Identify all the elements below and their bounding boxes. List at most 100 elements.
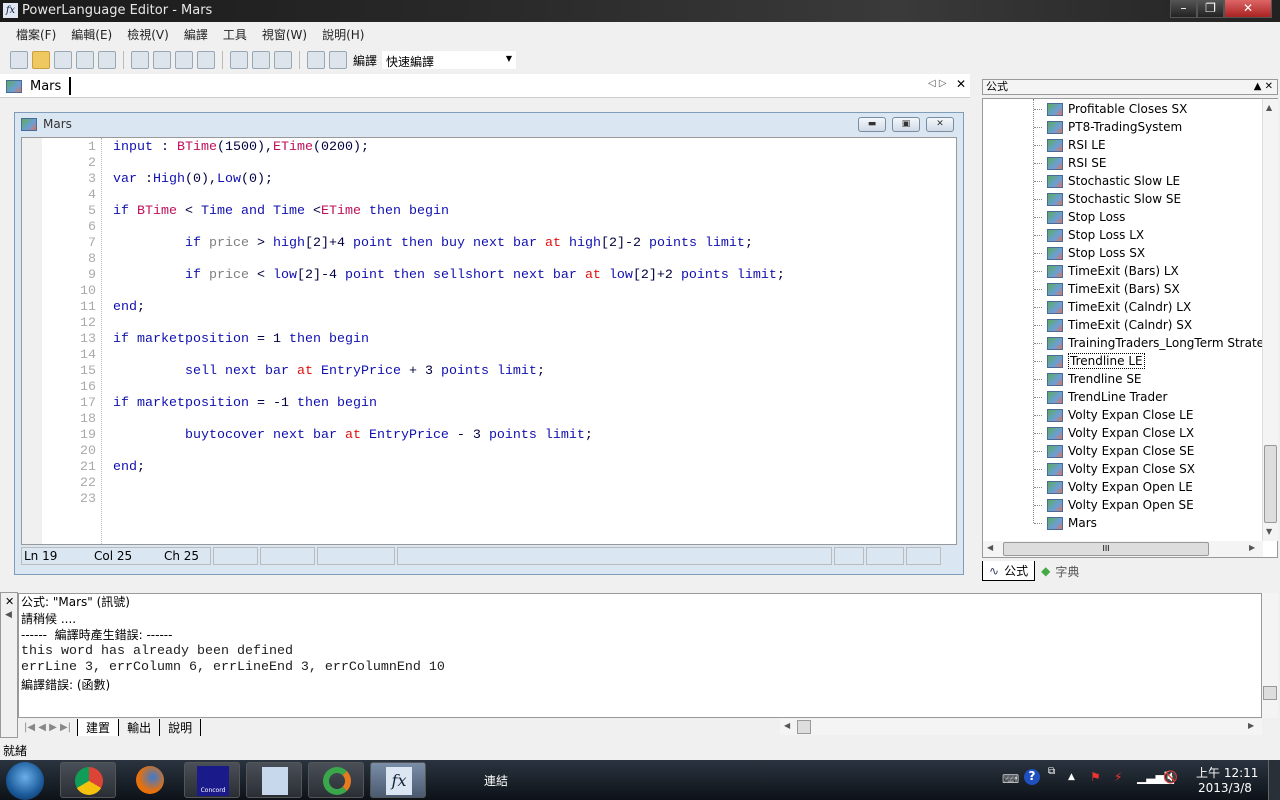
import-icon[interactable]: [76, 51, 94, 69]
code-line[interactable]: if marketposition = 1 then begin: [113, 332, 369, 348]
tab-dictionary[interactable]: ◆ 字典: [1035, 561, 1085, 581]
tile-vertical-icon[interactable]: [274, 51, 292, 69]
code-line[interactable]: if BTime < Time and Time <ETime then beg…: [113, 204, 449, 220]
collapse-arrow-icon[interactable]: ◀: [5, 610, 12, 620]
tree-item[interactable]: Volty Expan Open LE: [1034, 478, 1193, 496]
code-line[interactable]: if marketposition = -1 then begin: [113, 396, 377, 412]
close-output-icon[interactable]: ✕: [5, 595, 14, 608]
close-button[interactable]: ✕: [1224, 0, 1272, 18]
find-icon[interactable]: [175, 51, 193, 69]
close-panel-icon[interactable]: ▲ ✕: [1254, 80, 1273, 94]
tree-item[interactable]: Stop Loss SX: [1034, 244, 1145, 262]
menu-file[interactable]: 檔案(F): [16, 26, 56, 43]
code-line[interactable]: var :High(0),Low(0);: [113, 172, 273, 188]
show-desktop-button[interactable]: [1268, 760, 1280, 800]
formula-settings-icon[interactable]: [307, 51, 325, 69]
taskbar-concord[interactable]: Concord: [184, 762, 240, 798]
tree-item[interactable]: Volty Expan Close LX: [1034, 424, 1194, 442]
tree-item[interactable]: Mars: [1034, 514, 1097, 532]
menu-compile[interactable]: 編譯: [184, 26, 208, 43]
menu-view[interactable]: 檢視(V): [127, 26, 169, 43]
toolbar-label[interactable]: 連結: [484, 772, 508, 789]
undo-icon[interactable]: [131, 51, 149, 69]
editor-close-button[interactable]: ✕: [926, 117, 954, 132]
tree-item[interactable]: RSI SE: [1034, 154, 1107, 172]
output-vertical-scrollbar[interactable]: [1262, 593, 1278, 718]
code-line[interactable]: buytocover next bar at EntryPrice - 3 po…: [113, 428, 593, 444]
code-line[interactable]: end;: [113, 300, 145, 316]
save-icon[interactable]: [54, 51, 72, 69]
show-hidden-icons[interactable]: ▲: [1068, 772, 1075, 782]
volume-muted-icon[interactable]: 🔇: [1163, 770, 1178, 784]
clock-time[interactable]: 上午 12:11: [1196, 764, 1258, 781]
close-tab-icon[interactable]: ✕: [956, 77, 966, 91]
scroll-right-icon[interactable]: ▶: [1248, 721, 1254, 730]
tree-horizontal-scrollbar[interactable]: ◀ III ▶: [983, 541, 1263, 557]
scroll-down-icon[interactable]: ▼: [1266, 527, 1272, 536]
start-button[interactable]: [6, 762, 44, 800]
tree-item[interactable]: TrendLine Trader: [1034, 388, 1167, 406]
editor-restore-button[interactable]: ▣: [892, 117, 920, 132]
chevron-down-icon[interactable]: ▼: [506, 54, 512, 63]
compile-icon[interactable]: [329, 51, 347, 69]
redo-icon[interactable]: [153, 51, 171, 69]
taskbar-powerlanguage[interactable]: fx: [370, 762, 426, 798]
minimize-button[interactable]: –: [1170, 0, 1197, 18]
scroll-left-icon[interactable]: ◀: [784, 721, 790, 730]
help-icon[interactable]: ?: [1024, 769, 1040, 785]
menu-tools[interactable]: 工具: [223, 26, 247, 43]
tree-item[interactable]: TimeExit (Calndr) SX: [1034, 316, 1192, 334]
new-formula-icon[interactable]: [10, 51, 28, 69]
clock-date[interactable]: 2013/3/8: [1198, 781, 1252, 795]
replace-icon[interactable]: [197, 51, 215, 69]
tree-vertical-scrollbar[interactable]: ▲ ▼: [1262, 99, 1278, 541]
menu-edit[interactable]: 編輯(E): [71, 26, 112, 43]
menu-window[interactable]: 視窗(W): [262, 26, 307, 43]
tree-item[interactable]: TrainingTraders_LongTerm Strategy: [1034, 334, 1277, 352]
editor-minimize-button[interactable]: ▬: [858, 117, 886, 132]
code-line[interactable]: if price > high[2]+4 point then buy next…: [113, 236, 753, 252]
tree-item[interactable]: Volty Expan Close SX: [1034, 460, 1195, 478]
cascade-icon[interactable]: [230, 51, 248, 69]
tree-item[interactable]: PT8-TradingSystem: [1034, 118, 1182, 136]
taskbar-app[interactable]: [308, 762, 364, 798]
tab-mars[interactable]: Mars: [6, 77, 72, 95]
compile-mode-select[interactable]: 快速編譯 ▼: [381, 50, 518, 70]
tile-horizontal-icon[interactable]: [252, 51, 270, 69]
export-icon[interactable]: [98, 51, 116, 69]
menu-help[interactable]: 說明(H): [322, 26, 364, 43]
restore-button[interactable]: ❐: [1197, 0, 1224, 18]
firefox-icon[interactable]: [136, 766, 164, 794]
tab-output[interactable]: 輸出: [119, 719, 159, 736]
breakpoint-margin[interactable]: [22, 138, 42, 544]
output-horizontal-scrollbar[interactable]: ◀ ▶: [780, 719, 1262, 735]
tab-help[interactable]: 說明: [159, 718, 202, 736]
tree-item[interactable]: Volty Expan Close SE: [1034, 442, 1194, 460]
tree-item[interactable]: TimeExit (Bars) SX: [1034, 280, 1180, 298]
tree-item[interactable]: Stochastic Slow LE: [1034, 172, 1180, 190]
tree-item[interactable]: Stochastic Slow SE: [1034, 190, 1181, 208]
tree-item[interactable]: Trendline SE: [1034, 370, 1142, 388]
keyboard-icon[interactable]: ⌨: [1002, 772, 1019, 786]
taskbar-chrome[interactable]: [60, 762, 116, 798]
scroll-thumb[interactable]: [1264, 445, 1277, 523]
code-line[interactable]: input : BTime(1500),ETime(0200);: [113, 140, 369, 156]
scroll-thumb[interactable]: [797, 720, 811, 734]
scroll-up-icon[interactable]: ▲: [1266, 103, 1272, 112]
power-icon[interactable]: ⚡: [1114, 770, 1122, 784]
open-folder-icon[interactable]: [32, 51, 50, 69]
tree-item[interactable]: Volty Expan Open SE: [1034, 496, 1194, 514]
taskbar-app[interactable]: [246, 762, 302, 798]
code-line[interactable]: end;: [113, 460, 145, 476]
scroll-thumb[interactable]: III: [1003, 542, 1209, 556]
tree-item[interactable]: Stop Loss LX: [1034, 226, 1144, 244]
scroll-right-icon[interactable]: ▶: [1249, 543, 1255, 552]
tree-item[interactable]: Volty Expan Close LE: [1034, 406, 1193, 424]
code-line[interactable]: sell next bar at EntryPrice + 3 points l…: [113, 364, 545, 380]
code-editor[interactable]: 1 2 3 4 5 6 7 8 9 10 11 12 13 14 15 16 17 18 19 20 21 22 23 in…: [21, 137, 957, 545]
compile-button[interactable]: 編譯: [353, 52, 377, 69]
tree-item[interactable]: TimeExit (Bars) LX: [1034, 262, 1179, 280]
scroll-left-icon[interactable]: ◀: [987, 543, 993, 552]
tree-item[interactable]: TimeExit (Calndr) LX: [1034, 298, 1191, 316]
tab-build[interactable]: 建置: [77, 718, 120, 736]
